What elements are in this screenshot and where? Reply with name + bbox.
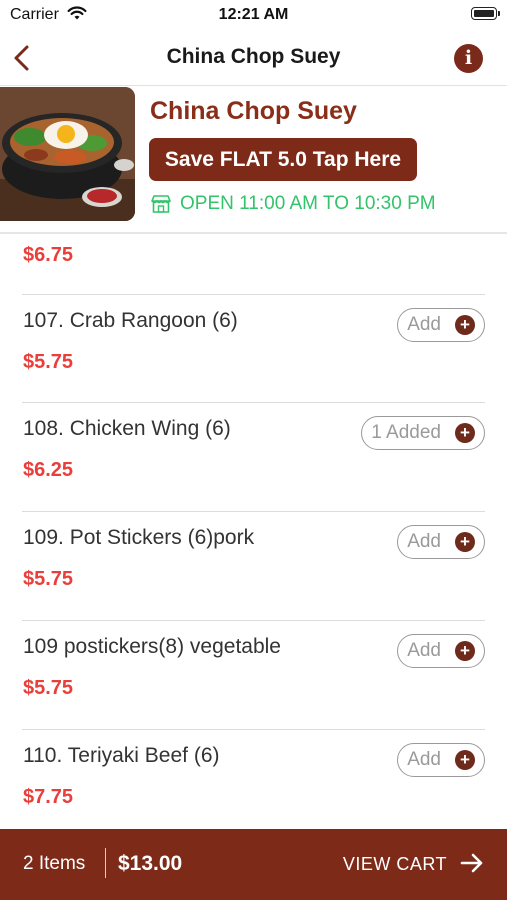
item-price: $7.75 (23, 786, 74, 808)
item-price: $5.75 (23, 677, 74, 699)
list-item: 110. Teriyaki Beef (6) $7.75 Add + (22, 729, 485, 837)
navigation-bar: China Chop Suey i (0, 30, 507, 86)
item-price: $5.75 (23, 568, 74, 590)
promo-button[interactable]: Save FLAT 5.0 Tap Here (149, 138, 417, 181)
item-name: 109 postickers(8) vegetable (23, 635, 281, 658)
list-item: 107. Crab Rangoon (6) $5.75 Add + (22, 294, 485, 402)
plus-circle-icon: + (455, 750, 475, 770)
item-name: 107. Crab Rangoon (6) (23, 309, 238, 332)
battery-icon (471, 7, 500, 20)
add-button[interactable]: Add + (397, 525, 485, 559)
add-button-label: 1 Added (371, 422, 441, 443)
add-button[interactable]: Add + (397, 634, 485, 668)
add-button-label: Add (407, 749, 441, 770)
add-button[interactable]: Add + (397, 308, 485, 342)
item-name: 109. Pot Stickers (6)pork (23, 526, 255, 549)
info-icon[interactable]: i (454, 44, 483, 73)
cart-item-count: 2 Items (23, 853, 86, 874)
add-button-label: Add (407, 640, 441, 661)
restaurant-name: China Chop Suey (150, 97, 357, 125)
clock: 12:21 AM (218, 6, 289, 23)
restaurant-photo (0, 87, 135, 221)
list-item: 109. Pot Stickers (6)pork $5.75 Add + (22, 511, 485, 619)
divider (105, 848, 106, 878)
view-cart-button[interactable]: VIEW CART (343, 854, 447, 875)
page-title: China Chop Suey (166, 45, 341, 68)
item-price: $6.25 (23, 459, 74, 481)
item-name: 110. Teriyaki Beef (6) (23, 744, 220, 767)
status-bar: Carrier 12:21 AM (0, 0, 507, 30)
add-button[interactable]: 1 Added + (361, 416, 485, 450)
opening-hours: OPEN 11:00 AM TO 10:30 PM (150, 193, 436, 215)
list-item: 109 postickers(8) vegetable $5.75 Add + (22, 620, 485, 728)
cart-total: $13.00 (118, 852, 183, 875)
item-name: 108. Chicken Wing (6) (23, 417, 231, 440)
arrow-right-icon[interactable] (459, 852, 485, 879)
add-button[interactable]: Add + (397, 743, 485, 777)
cart-bar[interactable]: 2 Items $13.00 VIEW CART (0, 829, 507, 900)
add-button-label: Add (407, 314, 441, 335)
hours-label: OPEN 11:00 AM TO 10:30 PM (180, 193, 436, 214)
plus-circle-icon: + (455, 532, 475, 552)
restaurant-header: China Chop Suey Save FLAT 5.0 Tap Here O… (0, 86, 507, 234)
plus-circle-icon: + (455, 423, 475, 443)
store-icon (151, 195, 171, 213)
plus-circle-icon: + (455, 315, 475, 335)
plus-circle-icon: + (455, 641, 475, 661)
list-item: 108. Chicken Wing (6) $6.25 1 Added + (22, 402, 485, 510)
item-price: $5.75 (23, 351, 74, 373)
item-price: $6.75 (23, 244, 74, 266)
add-button-label: Add (407, 531, 441, 552)
